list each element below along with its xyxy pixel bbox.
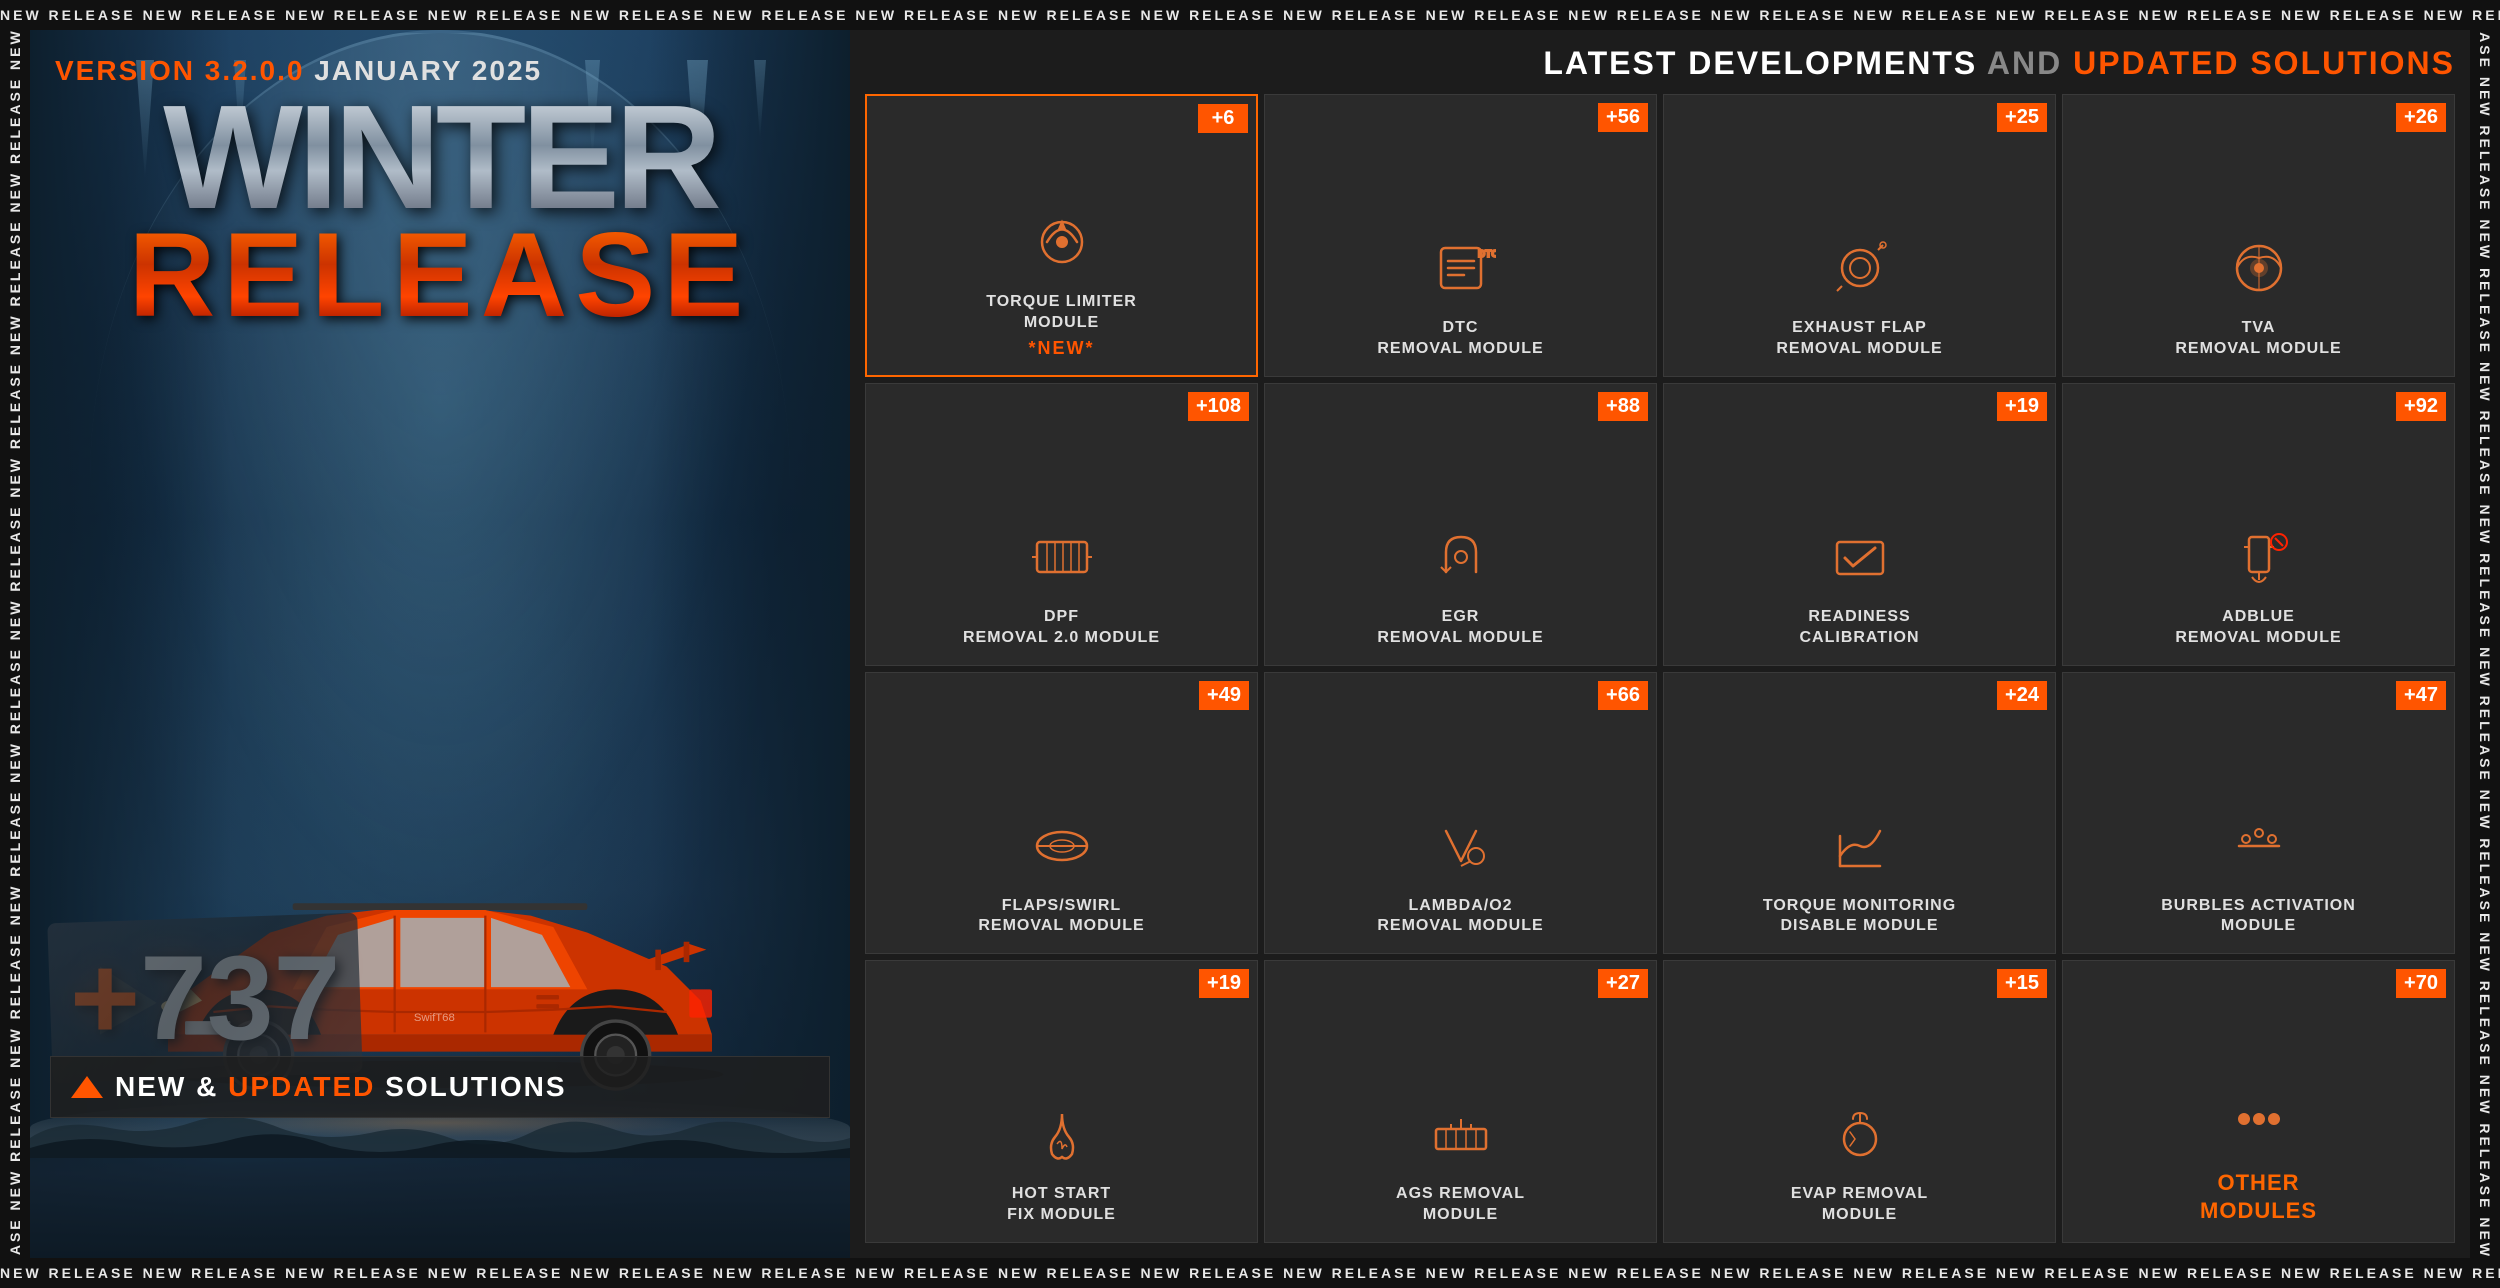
module-icon-torque-limiter [1022,202,1102,282]
module-icon-flaps-swirl [1022,806,1102,886]
module-card-evap-removal[interactable]: +15 EVAP REMOVALMODULE [1663,960,2056,1243]
left-banner-text: NEW RELEASE NEW RELEASE NEW RELEASE NEW … [7,30,23,1258]
module-badge-evap-removal: +15 [1997,969,2047,998]
module-name-readiness: READINESSCALIBRATION [1799,607,1919,649]
right-banner-text: NEW RELEASE NEW RELEASE NEW RELEASE NEW … [2477,30,2493,1258]
solutions-updated-text: UPDATED [228,1071,385,1102]
module-icon-egr-removal [1421,517,1501,597]
winter-word: WINTER [50,95,830,221]
module-card-egr-removal[interactable]: +88 EGRREMOVAL MODULE [1264,383,1657,666]
module-name-burbles: BURBLES ACTIVATIONMODULE [2161,896,2356,938]
module-card-lambda[interactable]: +66 LAMBDA/O2REMOVAL MODULE [1264,672,1657,955]
module-icon-readiness [1820,517,1900,597]
modules-grid: +6 TORQUE LIMITERMODULE *NEW* +56 DTC DTCREMO… [865,94,2455,1243]
module-icon-evap-removal [1820,1094,1900,1174]
module-icon-burbles [2219,806,2299,886]
bottom-banner: NEW RELEASE NEW RELEASE NEW RELEASE NEW … [0,1258,2500,1288]
bottom-banner-text: NEW RELEASE NEW RELEASE NEW RELEASE NEW … [0,1265,2500,1281]
module-card-flaps-swirl[interactable]: +49 FLAPS/SWIRLREMOVAL MODULE [865,672,1258,955]
module-card-ags-removal[interactable]: +27 AGS REMOVALMODULE [1264,960,1657,1243]
solutions-text: NEW & UPDATED SOLUTIONS [115,1071,567,1103]
solutions-rest-text: SOLUTIONS [385,1071,566,1102]
right-header: LATEST DEVELOPMENTS AND UPDATED SOLUTION… [865,45,2455,82]
module-card-readiness[interactable]: +19 READINESSCALIBRATION [1663,383,2056,666]
module-name-adblue: ADBLUEREMOVAL MODULE [2175,607,2341,649]
right-panel: LATEST DEVELOPMENTS AND UPDATED SOLUTION… [850,30,2470,1258]
module-card-torque-limiter[interactable]: +6 TORQUE LIMITERMODULE *NEW* [865,94,1258,377]
right-banner: NEW RELEASE NEW RELEASE NEW RELEASE NEW … [2470,30,2500,1258]
module-card-other-modules[interactable]: +70 OTHERMODULES [2062,960,2455,1243]
main-content: VERSION 3.2.0.0 JANUARY 2025 WINTER RELE… [30,30,2470,1258]
triangle-icon [71,1076,103,1098]
module-card-burbles[interactable]: +47 BURBLES ACTIVATIONMODULE [2062,672,2455,955]
module-name-other-modules: OTHERMODULES [2200,1169,2317,1226]
module-new-badge-torque-limiter: *NEW* [1028,338,1094,359]
counter-badge: +737 [70,938,340,1058]
module-icon-exhaust-flap [1820,228,1900,308]
module-icon-adblue [2219,517,2299,597]
solutions-bar: NEW & UPDATED SOLUTIONS [50,1056,830,1118]
module-name-flaps-swirl: FLAPS/SWIRLREMOVAL MODULE [978,896,1144,938]
svg-text:SwifT68: SwifT68 [414,1012,455,1024]
module-card-tva-removal[interactable]: +26 TVAREMOVAL MODULE [2062,94,2455,377]
solutions-new-text: NEW & [115,1071,228,1102]
left-panel: VERSION 3.2.0.0 JANUARY 2025 WINTER RELE… [30,30,850,1258]
module-name-dtc-removal: DTCREMOVAL MODULE [1377,318,1543,360]
module-icon-ags-removal [1421,1094,1501,1174]
module-badge-ags-removal: +27 [1598,969,1648,998]
module-badge-torque-monitoring: +24 [1997,681,2047,710]
module-name-tva-removal: TVAREMOVAL MODULE [2175,318,2341,360]
header-solutions: UPDATED SOLUTIONS [2073,45,2455,81]
module-icon-hot-start [1022,1094,1102,1174]
module-card-dtc-removal[interactable]: +56 DTC DTCREMOVAL MODULE [1264,94,1657,377]
module-card-torque-monitoring[interactable]: +24 TORQUE MONITORINGDISABLE MODULE [1663,672,2056,955]
module-badge-exhaust-flap: +25 [1997,103,2047,132]
module-name-lambda: LAMBDA/O2REMOVAL MODULE [1377,896,1543,938]
module-badge-readiness: +19 [1997,392,2047,421]
left-banner: NEW RELEASE NEW RELEASE NEW RELEASE NEW … [0,30,30,1258]
module-badge-dtc-removal: +56 [1598,103,1648,132]
module-name-hot-start: HOT STARTFIX MODULE [1007,1184,1116,1226]
top-banner-text: NEW RELEASE NEW RELEASE NEW RELEASE NEW … [0,7,2500,23]
winter-title-section: WINTER RELEASE [50,95,830,329]
module-icon-dtc-removal: DTC [1421,228,1501,308]
module-name-egr-removal: EGRREMOVAL MODULE [1377,607,1543,649]
module-card-exhaust-flap[interactable]: +25 EXHAUST FLAPREMOVAL MODULE [1663,94,2056,377]
module-badge-burbles: +47 [2396,681,2446,710]
module-badge-lambda: +66 [1598,681,1648,710]
module-name-torque-limiter: TORQUE LIMITERMODULE [986,292,1137,334]
header-and: AND [1987,45,2073,81]
module-name-torque-monitoring: TORQUE MONITORINGDISABLE MODULE [1763,896,1956,938]
module-name-ags-removal: AGS REMOVALMODULE [1396,1184,1525,1226]
top-banner: NEW RELEASE NEW RELEASE NEW RELEASE NEW … [0,0,2500,30]
module-badge-hot-start: +19 [1199,969,1249,998]
module-badge-dpf-removal: +108 [1188,392,1249,421]
module-icon-torque-monitoring [1820,806,1900,886]
svg-text:DTC: DTC [1478,249,1496,260]
module-badge-torque-limiter: +6 [1198,104,1248,133]
module-name-evap-removal: EVAP REMOVALMODULE [1791,1184,1928,1226]
module-badge-other-modules: +70 [2396,969,2446,998]
module-card-dpf-removal[interactable]: +108 DPFREMOVAL 2.0 MODULE [865,383,1258,666]
module-badge-adblue: +92 [2396,392,2446,421]
module-badge-egr-removal: +88 [1598,392,1648,421]
module-name-dpf-removal: DPFREMOVAL 2.0 MODULE [963,607,1160,649]
module-card-hot-start[interactable]: +19 HOT STARTFIX MODULE [865,960,1258,1243]
module-card-adblue[interactable]: +92 ADBLUEREMOVAL MODULE [2062,383,2455,666]
release-word: RELEASE [50,221,830,329]
module-name-exhaust-flap: EXHAUST FLAPREMOVAL MODULE [1776,318,1942,360]
module-icon-lambda [1421,806,1501,886]
module-icon-tva-removal [2219,228,2299,308]
module-icon-other-modules [2219,1079,2299,1159]
module-icon-dpf-removal [1022,517,1102,597]
header-latest: LATEST DEVELOPMENTS [1543,45,1987,81]
module-badge-flaps-swirl: +49 [1199,681,1249,710]
module-badge-tva-removal: +26 [2396,103,2446,132]
